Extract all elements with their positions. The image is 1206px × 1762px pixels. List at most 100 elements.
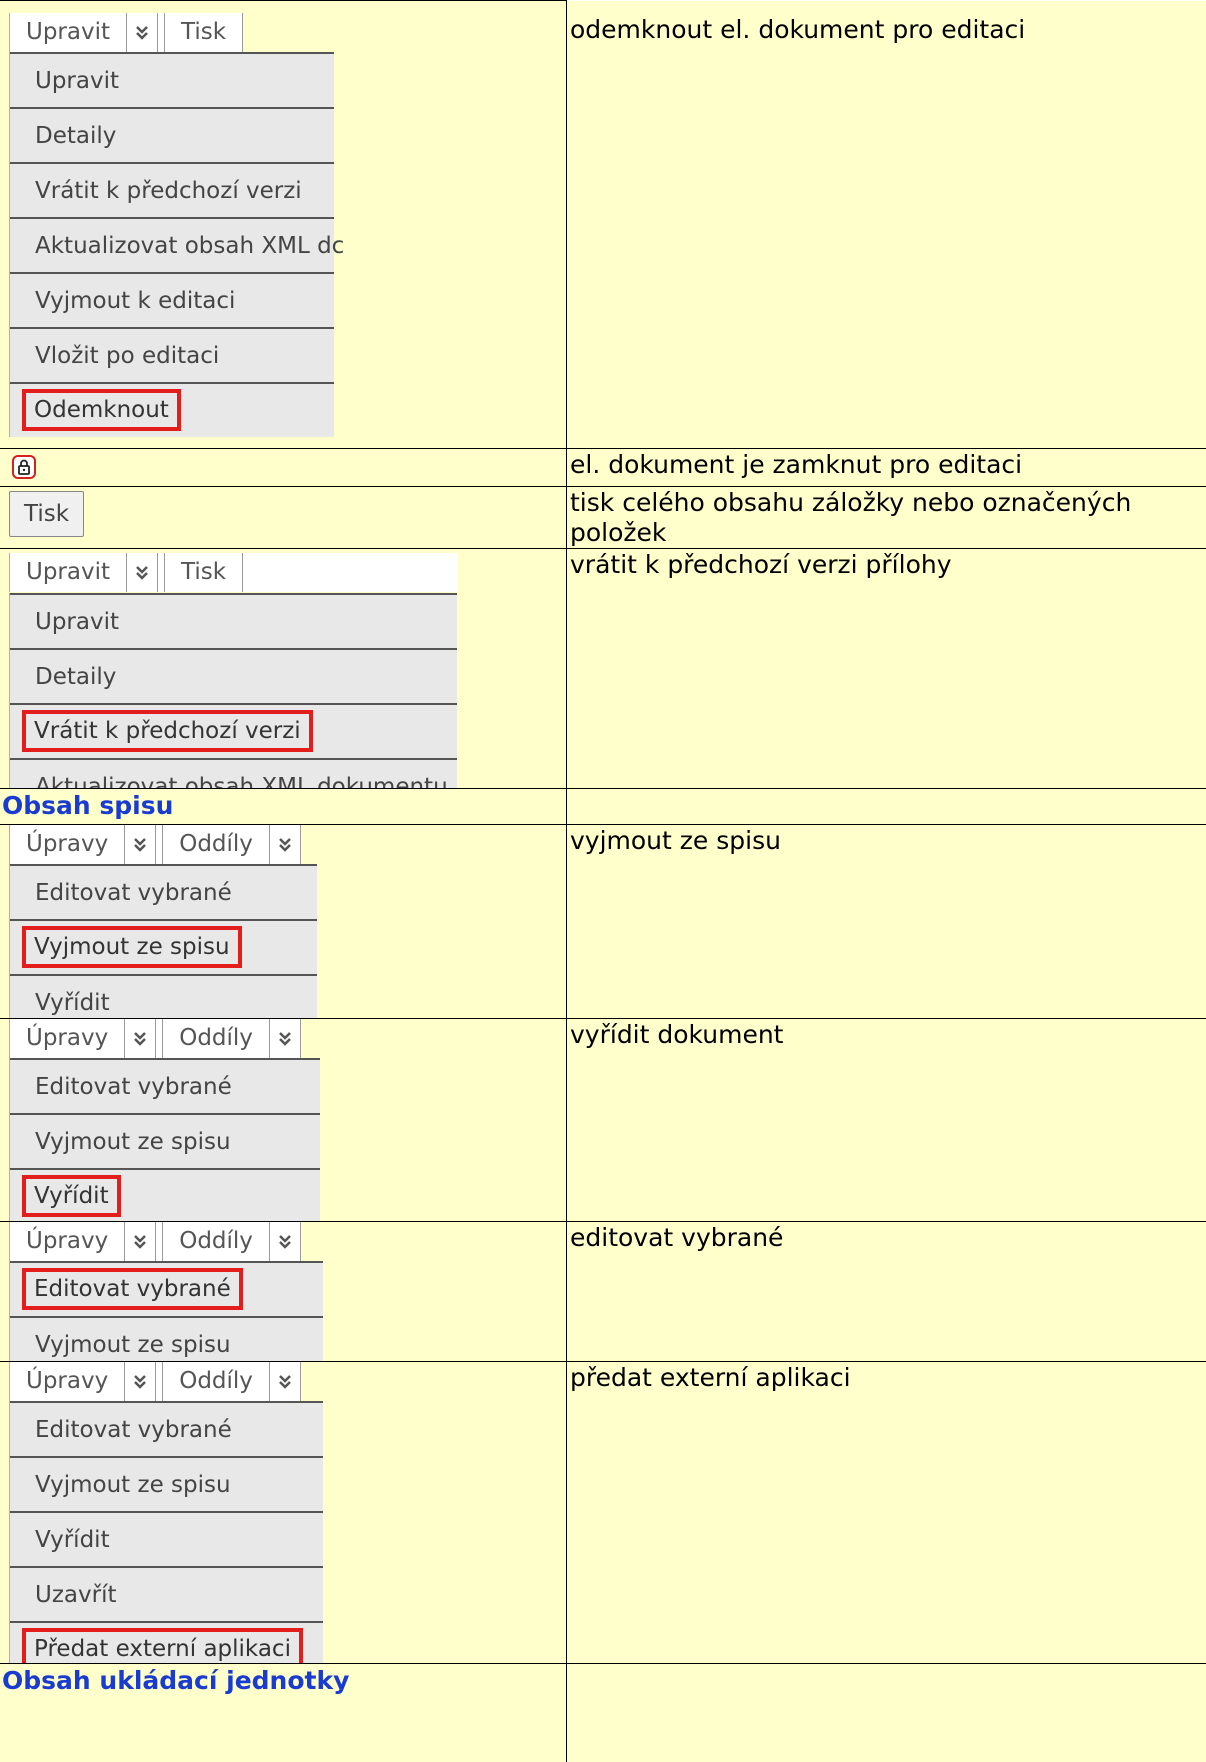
table-row: Úpravy Oddíly Editovat vybrané Vyjmout z…	[0, 825, 1206, 1019]
image-cell: Úpravy Oddíly Editovat vybrané Vyjmout z…	[0, 1222, 567, 1362]
description-cell: el. dokument je zamknut pro editaci	[567, 449, 1206, 487]
description-cell: odemknout el. dokument pro editaci	[567, 1, 1206, 449]
description-cell: vyřídit dokument	[567, 1019, 1206, 1222]
image-cell: Upravit Tisk Upravit Detaily Vrátit k př…	[0, 549, 567, 789]
menu-item[interactable]: Detaily	[10, 648, 457, 703]
section-cell-empty	[567, 1664, 1206, 1762]
upravy-button[interactable]: Úpravy	[10, 1019, 125, 1058]
table-row: Tisk tisk celého obsahu záložky nebo ozn…	[0, 487, 1206, 549]
menu-item[interactable]: Aktualizovat obsah XML dc	[10, 217, 334, 272]
section-row: Obsah spisu	[0, 789, 1206, 825]
toolbar: Úpravy Oddíly	[9, 1019, 301, 1058]
dropdown-menu: Upravit Detaily Vrátit k předchozí verzi…	[9, 52, 334, 437]
description-cell: vyjmout ze spisu	[567, 825, 1206, 1019]
menu-item[interactable]: Editovat vybrané	[10, 864, 317, 919]
menu-item[interactable]: Vyjmout ze spisu	[10, 1456, 323, 1511]
table-row: el. dokument je zamknut pro editaci	[0, 449, 1206, 487]
description: vrátit k předchozí verzi přílohy	[567, 550, 1206, 580]
table-row: Úpravy Oddíly Editovat vybrané Vyjmout z…	[0, 1362, 1206, 1664]
description-cell: editovat vybrané	[567, 1222, 1206, 1362]
upravy-button[interactable]: Úpravy	[10, 825, 125, 864]
menu-item[interactable]: Detaily	[10, 107, 334, 162]
menu-item-highlighted[interactable]: Editovat vybrané	[10, 1261, 323, 1316]
description: předat externí aplikaci	[567, 1363, 1206, 1393]
table-row: Úpravy Oddíly Editovat vybrané Vyjmout z…	[0, 1019, 1206, 1222]
image-cell: Úpravy Oddíly Editovat vybrané Vyjmout z…	[0, 1362, 567, 1664]
description-cell: předat externí aplikaci	[567, 1362, 1206, 1664]
image-cell: Úpravy Oddíly Editovat vybrané Vyjmout z…	[0, 1019, 567, 1222]
menu-item[interactable]: Vložit po editaci	[10, 327, 334, 382]
menu-item[interactable]: Uzavřít	[10, 1566, 323, 1621]
chevron-down-icon[interactable]	[127, 553, 158, 592]
toolbar-divider	[158, 13, 165, 52]
section-cell: Obsah spisu	[0, 789, 567, 825]
table-row: Upravit Tisk Upravit Detaily Vrátit k př…	[0, 1, 1206, 449]
upravit-button[interactable]: Upravit	[10, 553, 127, 592]
chevron-down-icon[interactable]	[125, 825, 156, 864]
menu-item[interactable]: Vyjmout ze spisu	[10, 1316, 323, 1362]
dropdown-menu: Editovat vybrané Vyjmout ze spisu Vyřídi…	[9, 1058, 320, 1222]
lock-icon	[12, 455, 36, 479]
tisk-button[interactable]: Tisk	[165, 13, 243, 52]
description: editovat vybrané	[567, 1223, 1206, 1253]
menu-item[interactable]: Editovat vybrané	[10, 1401, 323, 1456]
table-row: Upravit Tisk Upravit Detaily Vrátit k př…	[0, 549, 1206, 789]
image-cell: Upravit Tisk Upravit Detaily Vrátit k př…	[0, 1, 567, 449]
menu-item-highlighted[interactable]: Předat externí aplikaci	[10, 1621, 323, 1664]
toolbar-divider	[156, 1362, 163, 1401]
tisk-button[interactable]: Tisk	[9, 491, 84, 537]
description: vyjmout ze spisu	[567, 826, 1206, 856]
menu-item-highlighted[interactable]: Odemknout	[10, 382, 334, 437]
description-cell: vrátit k předchozí verzi přílohy	[567, 549, 1206, 789]
menu-item[interactable]: Editovat vybrané	[10, 1058, 320, 1113]
table-row: Úpravy Oddíly Editovat vybrané Vyjmout z…	[0, 1222, 1206, 1362]
oddily-button[interactable]: Oddíly	[163, 1362, 270, 1401]
toolbar: Úpravy Oddíly	[9, 825, 301, 864]
dropdown-menu: Editovat vybrané Vyjmout ze spisu Vyřídi…	[9, 864, 317, 1019]
menu-item[interactable]: Vyjmout k editaci	[10, 272, 334, 327]
help-table: Upravit Tisk Upravit Detaily Vrátit k př…	[0, 0, 1206, 1762]
chevron-down-icon[interactable]	[270, 1019, 301, 1058]
chevron-down-icon[interactable]	[125, 1362, 156, 1401]
menu-item-highlighted[interactable]: Vrátit k předchozí verzi	[10, 703, 457, 758]
chevron-down-icon[interactable]	[270, 1222, 301, 1261]
chevron-down-icon[interactable]	[127, 13, 158, 52]
oddily-button[interactable]: Oddíly	[163, 825, 270, 864]
toolbar: Úpravy Oddíly	[9, 1222, 301, 1261]
tisk-button[interactable]: Tisk	[165, 553, 243, 592]
dropdown-menu: Upravit Detaily Vrátit k předchozí verzi…	[9, 593, 457, 789]
menu-item[interactable]: Upravit	[10, 593, 457, 648]
toolbar-divider	[158, 553, 165, 592]
upravy-button[interactable]: Úpravy	[10, 1362, 125, 1401]
menu-item[interactable]: Aktualizovat obsah XML dokumentu	[10, 758, 457, 789]
image-cell: Tisk	[0, 487, 567, 549]
chevron-down-icon[interactable]	[125, 1019, 156, 1058]
menu-item-highlighted[interactable]: Vyřídit	[10, 1168, 320, 1222]
oddily-button[interactable]: Oddíly	[163, 1019, 270, 1058]
section-title: Obsah spisu	[0, 789, 566, 823]
dropdown-menu: Editovat vybrané Vyjmout ze spisu	[9, 1261, 323, 1362]
dropdown-menu: Editovat vybrané Vyjmout ze spisu Vyřídi…	[9, 1401, 323, 1664]
chevron-down-icon[interactable]	[270, 825, 301, 864]
upravit-button[interactable]: Upravit	[10, 13, 127, 52]
section-row: Obsah ukládací jednotky	[0, 1664, 1206, 1762]
menu-item[interactable]: Vyřídit	[10, 1511, 323, 1566]
menu-item[interactable]: Upravit	[10, 52, 334, 107]
section-cell: Obsah ukládací jednotky	[0, 1664, 567, 1762]
menu-item-highlighted[interactable]: Vyjmout ze spisu	[10, 919, 317, 974]
section-title: Obsah ukládací jednotky	[0, 1664, 566, 1698]
toolbar: Upravit Tisk	[9, 553, 458, 592]
oddily-button[interactable]: Oddíly	[163, 1222, 270, 1261]
upravy-button[interactable]: Úpravy	[10, 1222, 125, 1261]
section-cell-empty	[567, 789, 1206, 825]
menu-item[interactable]: Vrátit k předchozí verzi	[10, 162, 334, 217]
description: tisk celého obsahu záložky nebo označený…	[567, 488, 1206, 548]
chevron-down-icon[interactable]	[125, 1222, 156, 1261]
chevron-down-icon[interactable]	[270, 1362, 301, 1401]
menu-item[interactable]: Vyjmout ze spisu	[10, 1113, 320, 1168]
menu-item[interactable]: Vyřídit	[10, 974, 317, 1019]
description: el. dokument je zamknut pro editaci	[567, 450, 1206, 480]
toolbar-divider	[156, 1222, 163, 1261]
description-cell: tisk celého obsahu záložky nebo označený…	[567, 487, 1206, 549]
toolbar-divider	[156, 1019, 163, 1058]
